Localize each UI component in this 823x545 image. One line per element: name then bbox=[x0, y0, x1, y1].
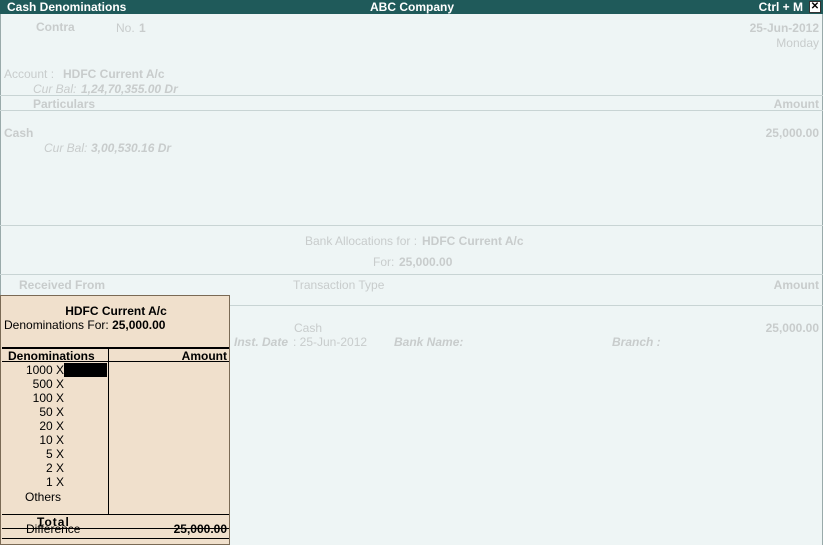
account-cur-bal-label: Cur Bal: bbox=[33, 82, 77, 96]
col-transaction-type: Transaction Type bbox=[293, 278, 385, 292]
shortcut-hint: Ctrl + M bbox=[758, 0, 803, 14]
column-divider bbox=[108, 347, 109, 514]
col-den-amount: Amount bbox=[181, 349, 227, 363]
voucher-date: 25-Jun-2012 bbox=[749, 21, 819, 35]
col-bank-amount: Amount bbox=[773, 278, 819, 292]
title-bar: Cash Denominations ABC Company Ctrl + M … bbox=[0, 0, 823, 14]
denominations-header: Denominations Amount bbox=[2, 347, 229, 363]
entry-cur-bal-label: Cur Bal: bbox=[44, 141, 88, 155]
bank-alloc-for-value: 25,000.00 bbox=[399, 255, 453, 269]
transaction-amount: 25,000.00 bbox=[765, 321, 819, 335]
account-cur-bal: 1,24,70,355.00 Dr bbox=[81, 82, 178, 96]
voucher-no-label: No. bbox=[116, 21, 135, 35]
company-name: ABC Company bbox=[370, 0, 455, 14]
popup-for: Denominations For: 25,000.00 bbox=[4, 318, 165, 332]
branch-label: Branch : bbox=[612, 335, 661, 349]
col-received-from: Received From bbox=[19, 278, 106, 292]
col-denominations: Denominations bbox=[8, 349, 95, 363]
denomination-row: 500 X bbox=[32, 377, 64, 391]
denomination-row: 2 X bbox=[45, 461, 64, 475]
account-label: Account : bbox=[4, 67, 55, 81]
divider bbox=[0, 110, 823, 111]
denomination-row: 100 X bbox=[32, 391, 64, 405]
col-amount: Amount bbox=[773, 97, 819, 111]
difference-value: 25,000.00 bbox=[173, 522, 227, 536]
denomination-row: 20 X bbox=[39, 419, 64, 433]
entry-amount: 25,000.00 bbox=[765, 126, 819, 140]
transaction-type: Cash bbox=[294, 321, 323, 335]
bank-alloc-label: Bank Allocations for : bbox=[305, 234, 418, 248]
voucher-no: 1 bbox=[139, 21, 146, 35]
popup-title: HDFC Current A/c bbox=[65, 304, 167, 318]
bank-alloc-account: HDFC Current A/c bbox=[422, 234, 524, 248]
window-title: Cash Denominations bbox=[7, 0, 127, 14]
denomination-row: 10 X bbox=[39, 433, 64, 447]
account-name: HDFC Current A/c bbox=[63, 67, 165, 81]
divider bbox=[0, 95, 823, 96]
inst-date: : 25-Jun-2012 bbox=[293, 335, 368, 349]
entry-ledger: Cash bbox=[4, 126, 34, 140]
difference-label: Difference bbox=[26, 522, 81, 536]
denomination-row: 50 X bbox=[39, 405, 64, 419]
difference-row: Difference 25,000.00 bbox=[2, 522, 229, 538]
voucher-day: Monday bbox=[776, 36, 819, 50]
denomination-input[interactable] bbox=[64, 363, 107, 377]
bank-alloc-for-label: For: bbox=[373, 255, 395, 269]
bank-name-label: Bank Name: bbox=[394, 335, 464, 349]
denomination-row: 1000 X bbox=[25, 363, 64, 377]
divider bbox=[0, 274, 823, 275]
popup-for-value: 25,000.00 bbox=[112, 318, 166, 332]
denomination-row: 1 X bbox=[45, 475, 64, 489]
popup-for-label: Denominations For: bbox=[4, 318, 109, 332]
denomination-others: Others bbox=[25, 490, 62, 504]
entry-cur-bal: 3,00,530.16 Dr bbox=[91, 141, 172, 155]
voucher-type: Contra bbox=[36, 20, 75, 34]
inst-date-label: Inst. Date bbox=[234, 335, 289, 349]
denomination-row: 5 X bbox=[45, 447, 64, 461]
col-particulars: Particulars bbox=[33, 97, 96, 111]
denominations-popup: HDFC Current A/c Denominations For: 25,0… bbox=[0, 295, 230, 545]
close-icon[interactable]: ✕ bbox=[809, 1, 821, 13]
divider bbox=[2, 538, 229, 539]
divider bbox=[0, 225, 823, 226]
